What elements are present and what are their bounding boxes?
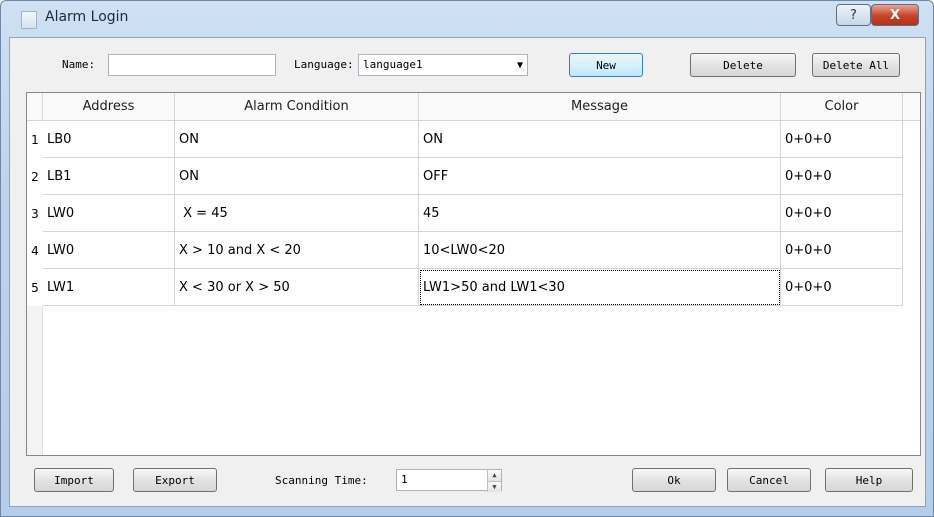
delete-all-button[interactable]: Delete All [812,53,900,77]
cell-color[interactable]: 0+0+0 [781,269,903,306]
cell-color[interactable]: 0+0+0 [781,232,903,269]
title-bar[interactable]: Alarm Login ? X [1,1,933,37]
language-select[interactable]: language1 ▼ [358,54,528,76]
column-header-color[interactable]: Color [781,93,903,121]
cell-message[interactable]: 45 [419,195,781,232]
cell-alarm-condition[interactable]: X = 45 [175,195,419,232]
scanning-time-label: Scanning Time: [275,474,368,487]
cell-address[interactable]: LW1 [43,269,175,306]
scanning-time-value: 1 [401,473,408,486]
scanning-time-input[interactable]: 1 ▲ ▼ [396,469,502,492]
language-select-value: language1 [363,58,423,71]
cell-address[interactable]: LW0 [43,232,175,269]
cell-color[interactable]: 0+0+0 [781,195,903,232]
cell-message[interactable]: ON [419,121,781,158]
cell-alarm-condition[interactable]: ON [175,158,419,195]
row-number[interactable]: 2 [27,158,43,195]
dialog-client-area: Name: Language: language1 ▼ New Delete D… [9,37,926,507]
new-button[interactable]: New [569,53,643,77]
cell-address[interactable]: LW0 [43,195,175,232]
spin-up-icon[interactable]: ▲ [488,470,501,482]
cancel-button[interactable]: Cancel [727,468,811,492]
cell-address[interactable]: LB0 [43,121,175,158]
chevron-down-icon[interactable]: ▼ [517,60,523,71]
column-header-address[interactable]: Address [43,93,175,121]
cell-message[interactable]: OFF [419,158,781,195]
column-header-message[interactable]: Message [419,93,781,121]
cell-color[interactable]: 0+0+0 [781,121,903,158]
window-icon [21,11,37,29]
name-input[interactable] [108,54,276,76]
cell-alarm-condition[interactable]: ON [175,121,419,158]
window-title: Alarm Login [45,9,129,25]
name-label: Name: [62,58,96,71]
row-number[interactable]: 5 [27,269,43,306]
column-header-alarm-condition[interactable]: Alarm Condition [175,93,419,121]
row-number[interactable]: 3 [27,195,43,232]
import-button[interactable]: Import [34,468,114,492]
help-button[interactable]: Help [825,468,913,492]
language-label: Language: [294,58,354,71]
row-number[interactable]: 4 [27,232,43,269]
close-button[interactable]: X [871,4,919,26]
delete-button[interactable]: Delete [690,53,796,77]
title-help-button[interactable]: ? [836,4,871,26]
header-filler [903,93,920,121]
cell-message-focused[interactable]: LW1>50 and LW1<30 [419,269,781,306]
cell-alarm-condition[interactable]: X < 30 or X > 50 [175,269,419,306]
ok-button[interactable]: Ok [632,468,716,492]
spin-down-icon[interactable]: ▼ [488,481,501,492]
cell-color[interactable]: 0+0+0 [781,158,903,195]
alarm-table[interactable]: Address Alarm Condition Message Color 1 … [26,92,921,456]
row-number[interactable]: 1 [27,121,43,158]
dialog-window: Alarm Login ? X Name: Language: language… [0,0,934,517]
row-header-empty-area [27,306,43,455]
cell-alarm-condition[interactable]: X > 10 and X < 20 [175,232,419,269]
cell-address[interactable]: LB1 [43,158,175,195]
export-button[interactable]: Export [133,468,217,492]
cell-message[interactable]: 10<LW0<20 [419,232,781,269]
table-corner [27,93,43,121]
scanning-time-spinner[interactable]: ▲ ▼ [487,470,501,492]
